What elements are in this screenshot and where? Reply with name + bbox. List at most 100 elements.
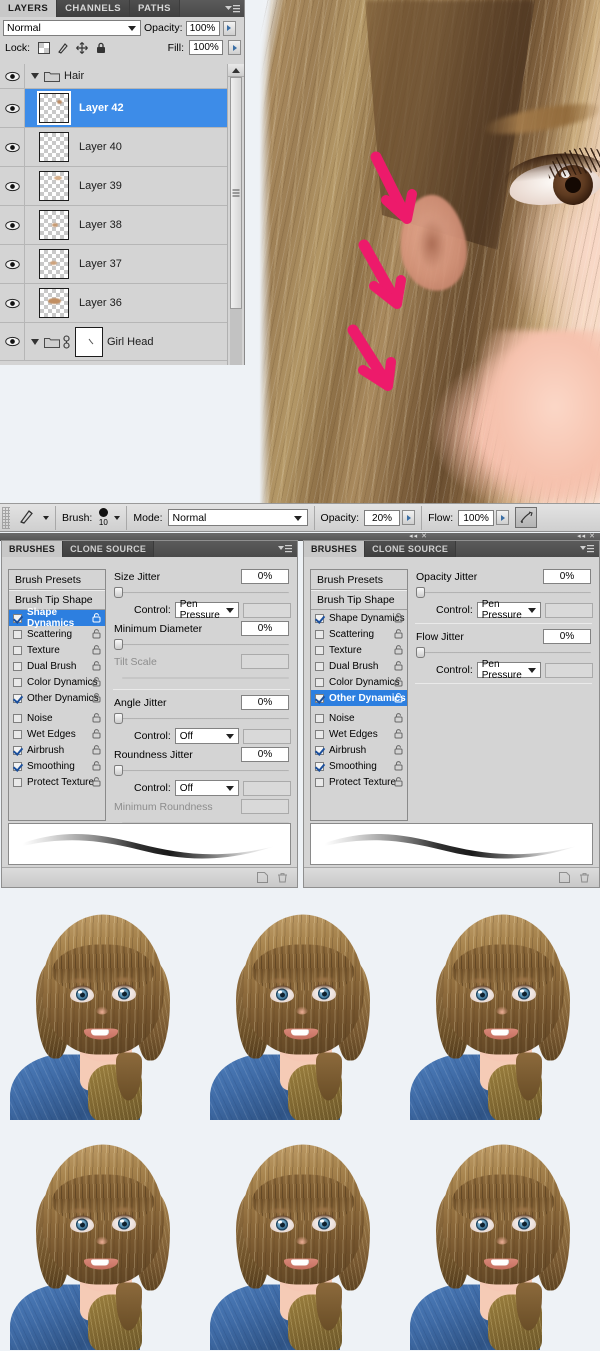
layers-panel-tabbar[interactable]: LAYERS CHANNELS PATHS [0, 0, 244, 17]
brush-picker-chevron-icon[interactable] [114, 516, 120, 520]
lock-icon[interactable] [394, 645, 403, 655]
layer-thumbnail[interactable] [39, 249, 69, 279]
lock-icon-group[interactable] [38, 42, 107, 54]
checkbox-airbrush[interactable] [13, 746, 22, 755]
layer-thumbnail[interactable] [39, 171, 69, 201]
delete-brush-icon[interactable] [579, 872, 590, 883]
blend-mode-select[interactable]: Normal [3, 20, 141, 36]
option-smoothing[interactable]: Smoothing [311, 758, 407, 774]
checkbox-shape-dynamics[interactable] [315, 614, 324, 623]
brushes-panel-left-footer[interactable] [2, 867, 297, 887]
lock-icon[interactable] [92, 745, 101, 755]
document-canvas[interactable] [245, 0, 600, 503]
lock-icon[interactable] [394, 613, 403, 623]
option-protect-texture[interactable]: Protect Texture [311, 774, 407, 790]
visibility-toggle[interactable] [0, 284, 25, 322]
option-other-dynamics[interactable]: Other Dynamics [9, 690, 105, 706]
lock-icon[interactable] [92, 713, 101, 723]
option-dual-brush[interactable]: Dual Brush [9, 658, 105, 674]
option-smoothing[interactable]: Smoothing [9, 758, 105, 774]
flow-jitter-input[interactable]: 0% [543, 629, 591, 644]
layer-row-group-girl-head[interactable]: Girl Head [0, 323, 244, 361]
size-control-select[interactable]: Pen Pressure [175, 602, 239, 618]
brushes-panel-left-tabbar[interactable]: BRUSHES CLONE SOURCE [2, 541, 297, 557]
brush-options-list-left[interactable]: Brush Presets Brush Tip Shape Shape Dyna… [8, 569, 106, 821]
brush-options-list-right[interactable]: Brush Presets Brush Tip Shape Shape Dyna… [310, 569, 408, 821]
fill-slider-button[interactable] [228, 40, 241, 55]
layer-thumbnail[interactable] [39, 210, 69, 240]
lock-icon[interactable] [394, 661, 403, 671]
checkbox-color-dynamics[interactable] [315, 678, 324, 687]
lock-icon[interactable] [394, 745, 403, 755]
lock-icon[interactable] [394, 713, 403, 723]
brush-tip-shape-item[interactable]: Brush Tip Shape [311, 590, 407, 610]
brush-tool-icon[interactable] [18, 507, 36, 528]
scrollbar-thumb[interactable] [230, 77, 242, 309]
brush-presets-item[interactable]: Brush Presets [311, 570, 407, 590]
flow-slider-button[interactable] [496, 510, 509, 525]
opacity-slider-button[interactable] [223, 21, 236, 36]
close-icon[interactable]: ◂◂ ✕ [577, 532, 596, 540]
checkbox-smoothing[interactable] [13, 762, 22, 771]
checkbox-dual-brush[interactable] [315, 662, 324, 671]
option-noise[interactable]: Noise [311, 710, 407, 726]
layer-thumbnail[interactable] [39, 288, 69, 318]
option-color-dynamics[interactable]: Color Dynamics [311, 674, 407, 690]
delete-brush-icon[interactable] [277, 872, 288, 883]
option-airbrush[interactable]: Airbrush [9, 742, 105, 758]
layer-row-layer-39[interactable]: Layer 39 [0, 167, 244, 206]
tab-paths[interactable]: PATHS [130, 0, 180, 17]
lock-icon[interactable] [394, 693, 403, 703]
option-noise[interactable]: Noise [9, 710, 105, 726]
scrollbar-track[interactable] [230, 77, 242, 365]
minimum-diameter-slider[interactable] [114, 638, 289, 651]
layer-row-group-hair[interactable]: Hair [0, 64, 244, 89]
opacity-jitter-slider[interactable] [416, 586, 591, 599]
lock-all-icon[interactable] [95, 42, 107, 54]
checkbox-protect-texture[interactable] [315, 778, 324, 787]
option-protect-texture[interactable]: Protect Texture [9, 774, 105, 790]
lock-row[interactable]: Lock: Fill: 100% [0, 37, 244, 57]
option-other-dynamics[interactable]: Other Dynamics [311, 690, 407, 706]
lock-image-pixels-icon[interactable] [57, 42, 69, 54]
lock-icon[interactable] [394, 777, 403, 787]
panel-menu-icon[interactable] [224, 3, 240, 14]
new-brush-icon[interactable] [257, 872, 268, 883]
mode-select[interactable]: Normal [168, 509, 308, 526]
drag-grip-icon[interactable] [2, 507, 10, 529]
layer-row-layer-36[interactable]: Layer 36 [0, 284, 244, 323]
lock-icon[interactable] [92, 661, 101, 671]
blend-mode-row[interactable]: Normal Opacity: 100% [0, 17, 244, 37]
option-scattering[interactable]: Scattering [311, 626, 407, 642]
option-texture[interactable]: Texture [9, 642, 105, 658]
lock-icon[interactable] [92, 629, 101, 639]
lock-icon[interactable] [92, 693, 101, 703]
checkbox-other-dynamics[interactable] [13, 694, 22, 703]
lock-position-icon[interactable] [76, 42, 88, 54]
panel-menu-icon[interactable] [580, 544, 594, 555]
checkbox-noise[interactable] [315, 714, 324, 723]
lock-transparent-pixels-icon[interactable] [38, 42, 50, 54]
option-airbrush[interactable]: Airbrush [311, 742, 407, 758]
minimum-diameter-input[interactable]: 0% [241, 621, 289, 636]
brush-presets-item[interactable]: Brush Presets [9, 570, 105, 590]
roundness-jitter-slider[interactable] [114, 764, 289, 777]
group-disclosure-triangle[interactable] [25, 339, 44, 345]
lock-icon[interactable] [92, 613, 101, 623]
opacity-slider-button[interactable] [402, 510, 415, 525]
tab-clone-source[interactable]: CLONE SOURCE [63, 541, 154, 557]
roundness-jitter-input[interactable]: 0% [241, 747, 289, 762]
layers-panel[interactable]: LAYERS CHANNELS PATHS Normal Opacity: 10… [0, 0, 245, 365]
fill-input[interactable]: 100% [189, 40, 223, 55]
size-jitter-input[interactable]: 0% [241, 569, 289, 584]
angle-jitter-input[interactable]: 0% [241, 695, 289, 710]
checkbox-scattering[interactable] [315, 630, 324, 639]
layer-thumbnail[interactable] [39, 132, 69, 162]
brush-preview-icon[interactable]: 10 [92, 508, 114, 527]
layer-thumbnail[interactable] [39, 93, 69, 123]
checkbox-shape-dynamics[interactable] [13, 614, 22, 623]
lock-icon[interactable] [92, 729, 101, 739]
opacity-input[interactable]: 100% [186, 21, 220, 36]
link-layers-icon[interactable] [62, 335, 71, 349]
checkbox-smoothing[interactable] [315, 762, 324, 771]
